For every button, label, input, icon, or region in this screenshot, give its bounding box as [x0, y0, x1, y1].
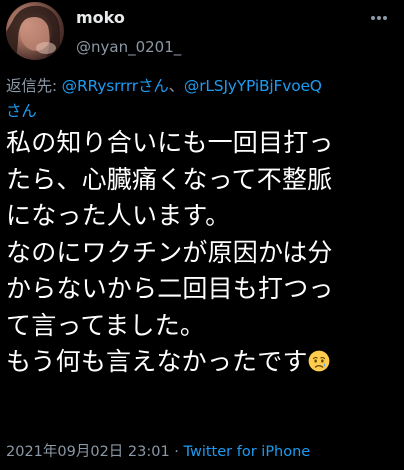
- more-horizontal-icon: [371, 16, 387, 20]
- avatar[interactable]: [6, 2, 64, 60]
- meta-separator: ·: [169, 444, 184, 460]
- more-options-button[interactable]: [368, 8, 390, 28]
- reply-mention-2-suffix: さん: [6, 102, 37, 120]
- tweet-text-line: になった人います。: [6, 201, 231, 230]
- user-handle[interactable]: @nyan_0201_: [76, 37, 181, 57]
- reply-separator: 、: [168, 77, 185, 95]
- sad-but-relieved-face-icon: [308, 350, 330, 372]
- reply-mention-1[interactable]: @RRysrrrrさん: [62, 77, 169, 95]
- tweet-timestamp[interactable]: 2021年09月02日 23:01: [6, 444, 170, 460]
- reply-to-prefix: 返信先:: [6, 77, 62, 95]
- tweet-text: 私の知り合いにも一回目打っ たら、心臓痛くなって不整脈 になった人います。 なの…: [6, 125, 402, 381]
- author-block: moko @nyan_0201_: [76, 8, 181, 57]
- tweet-text-line: 私の知り合いにも一回目打っ: [6, 128, 334, 157]
- tweet-text-line: て言ってました。: [6, 310, 206, 340]
- avatar-image: [6, 5, 60, 60]
- tweet-text-last-line: もう何も言えなかったです: [6, 344, 402, 381]
- reply-to-line: 返信先: @RRysrrrrさん、@rLSJyYPiBjFvoeQ さん: [6, 74, 398, 124]
- tweet: moko @nyan_0201_ 返信先: @RRysrrrrさん、@rLSJy…: [0, 0, 404, 470]
- tweet-meta: 2021年09月02日 23:01 · Twitter for iPhone: [6, 443, 310, 461]
- tweet-text-line: もう何も言えなかったです: [6, 347, 308, 376]
- tweet-text-line: なのにワクチンが原因かは分: [6, 237, 333, 267]
- tweet-source[interactable]: Twitter for iPhone: [184, 444, 311, 460]
- display-name[interactable]: moko: [76, 8, 181, 28]
- tweet-text-line: たら、心臓痛くなって不整脈: [6, 164, 333, 194]
- reply-mention-2-handle: @rLSJyYPiBjFvoeQ: [183, 77, 322, 95]
- tweet-text-line: からないから二回目も打つっ: [6, 274, 334, 303]
